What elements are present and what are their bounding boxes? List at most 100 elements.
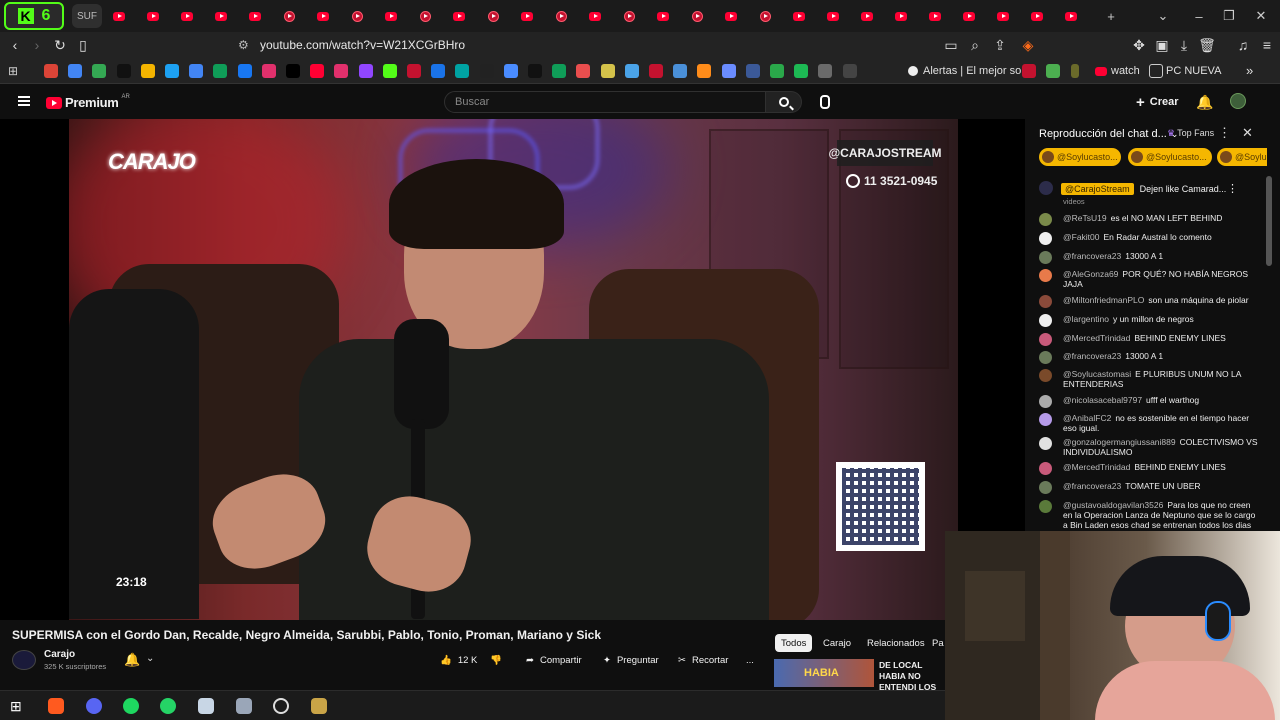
tab-youtube[interactable]: [612, 4, 646, 28]
bookmark-favicon-icon[interactable]: [165, 64, 179, 78]
notepad-icon[interactable]: [198, 698, 214, 714]
chat-message[interactable]: @MercedTrinidad BEHIND ENEMY LINES: [1039, 462, 1261, 475]
create-button[interactable]: + Crear: [1136, 93, 1179, 111]
bookmark-alertas-icon[interactable]: [908, 66, 918, 76]
tab-youtube[interactable]: [952, 4, 986, 28]
tab-youtube[interactable]: [340, 4, 374, 28]
tab-youtube[interactable]: [170, 4, 204, 28]
top-fan-pill[interactable]: @Soylucasto...: [1128, 148, 1212, 166]
bookmark-favicon-icon[interactable]: [552, 64, 567, 78]
chat-author[interactable]: @gustavoaldogavilan3526: [1063, 500, 1163, 510]
bookmark-youtube-icon[interactable]: [1095, 67, 1107, 76]
chat-more-icon[interactable]: ⋮: [1218, 125, 1231, 141]
bookmark-favicon-icon[interactable]: [44, 64, 58, 78]
pinned-more-icon[interactable]: ⋮: [1227, 182, 1238, 195]
chat-message[interactable]: @ReTsU19 es el NO MAN LEFT BEHIND: [1039, 213, 1261, 226]
back-icon[interactable]: ‹: [4, 34, 26, 56]
share-icon[interactable]: ⇪: [989, 34, 1011, 56]
bookmark-green-icon[interactable]: [1046, 64, 1060, 78]
tab-youtube[interactable]: [442, 4, 476, 28]
tab-youtube[interactable]: [544, 4, 578, 28]
clip-button[interactable]: ✂ Recortar: [678, 652, 728, 668]
chat-message[interactable]: @MercedTrinidad BEHIND ENEMY LINES: [1039, 333, 1261, 346]
tab-youtube[interactable]: [816, 4, 850, 28]
extensions-icon[interactable]: ✥: [1128, 34, 1150, 56]
tab-youtube[interactable]: [748, 4, 782, 28]
tab-youtube[interactable]: [272, 4, 306, 28]
dislike-button[interactable]: 👎: [490, 652, 502, 668]
close-window-button[interactable]: ✕: [1246, 0, 1276, 32]
chat-author[interactable]: @AleGonza69: [1063, 269, 1118, 279]
chat-message[interactable]: @francovera23 13000 A 1: [1039, 251, 1261, 264]
bookmark-pc-nueva[interactable]: PC NUEVA: [1166, 65, 1221, 77]
bookmark-favicon-icon[interactable]: [818, 64, 833, 78]
tab-youtube[interactable]: [238, 4, 272, 28]
like-button[interactable]: 👍 12 K: [440, 652, 477, 668]
tab-youtube[interactable]: [476, 4, 510, 28]
tab-youtube[interactable]: [306, 4, 340, 28]
tab-youtube[interactable]: [714, 4, 748, 28]
chat-author[interactable]: @AnibalFC2: [1063, 413, 1111, 423]
chat-author[interactable]: @Fakit00: [1063, 232, 1100, 242]
zoom-icon[interactable]: ⌕: [964, 34, 986, 56]
tab-youtube[interactable]: [204, 4, 238, 28]
bookmark-favicon-icon[interactable]: [382, 64, 397, 78]
tab-youtube[interactable]: [374, 4, 408, 28]
bookmark-favicon-icon[interactable]: [479, 64, 494, 78]
recommended-thumbnail[interactable]: HABIA: [774, 659, 874, 687]
spotify-icon[interactable]: [123, 698, 139, 714]
site-info-icon[interactable]: ⚙: [238, 38, 249, 52]
folder-icon[interactable]: [1149, 64, 1163, 78]
bookmark-favicon-icon[interactable]: [92, 64, 107, 78]
league-of-legends-icon[interactable]: [311, 698, 327, 714]
tab-youtube[interactable]: [510, 4, 544, 28]
bookmark-favicon-icon[interactable]: [334, 64, 349, 78]
url-field[interactable]: ⚙ youtube.com/watch?v=W21XCGrBHro: [236, 34, 1041, 56]
download-icon[interactable]: ⤓: [1173, 34, 1195, 56]
tab-youtube[interactable]: [782, 4, 816, 28]
bookmark-favicon-icon[interactable]: [624, 64, 639, 78]
more-actions-button[interactable]: ...: [746, 652, 754, 668]
chat-message[interactable]: @AnibalFC2 no es sostenible en el tiempo …: [1039, 413, 1261, 433]
chat-message[interactable]: @nicolasacebal9797 ufff el warthog: [1039, 395, 1261, 408]
chat-message[interactable]: @francovera23 TOMATE UN UBER: [1039, 481, 1261, 494]
bookmark-favicon-icon[interactable]: [503, 64, 518, 78]
bookmark-favicon-icon[interactable]: [842, 64, 857, 78]
filter-chip-relacionados[interactable]: Relacionados: [861, 634, 931, 652]
search-input[interactable]: Buscar: [444, 91, 766, 113]
bookmark-favicon-icon[interactable]: [673, 64, 688, 78]
bookmark-favicon-icon[interactable]: [721, 64, 736, 78]
tab-youtube[interactable]: [136, 4, 170, 28]
bookmark-favicon-icon[interactable]: [310, 64, 325, 78]
bookmark-favicon-icon[interactable]: [286, 64, 300, 78]
windows-start-icon[interactable]: ⊞: [10, 698, 26, 714]
filter-chip-todos[interactable]: Todos: [775, 634, 813, 652]
chat-author[interactable]: @francovera23: [1063, 251, 1121, 261]
app-icon[interactable]: [236, 698, 252, 714]
filter-chip-carajo[interactable]: Carajo: [817, 634, 857, 652]
trash-icon[interactable]: 🗑: [1196, 34, 1218, 56]
account-avatar[interactable]: [1230, 93, 1246, 109]
bookmark-favicon-icon[interactable]: [745, 64, 760, 78]
tab-youtube[interactable]: [646, 4, 680, 28]
chat-author[interactable]: @ReTsU19: [1063, 213, 1107, 223]
chat-author[interactable]: @nicolasacebal9797: [1063, 395, 1142, 405]
reload-icon[interactable]: ↻: [49, 34, 71, 56]
bookmark-favicon-icon[interactable]: [237, 64, 252, 78]
chat-author[interactable]: @MercedTrinidad: [1063, 462, 1130, 472]
bookmark-favicon-icon[interactable]: [649, 64, 663, 78]
kick-extension-badge[interactable]: K 6: [4, 2, 64, 30]
chat-author[interactable]: @francovera23: [1063, 481, 1121, 491]
tab-youtube[interactable]: [884, 4, 918, 28]
tab-youtube[interactable]: [1020, 4, 1054, 28]
tab-active[interactable]: SUF: [72, 4, 102, 28]
chat-message[interactable]: @Fakit00 En Radar Austral lo comento: [1039, 232, 1261, 245]
recommended-title[interactable]: DE LOCAL HABIA NO ENTENDI LOS: [879, 660, 949, 693]
chat-author[interactable]: @MercedTrinidad: [1063, 333, 1130, 343]
bookmark-favicon-icon[interactable]: [261, 64, 276, 78]
channel-name[interactable]: Carajo: [44, 649, 75, 660]
chat-author[interactable]: @MiltonfriedmanPLO: [1063, 295, 1144, 305]
chat-message[interactable]: @gonzalogermangiussani889 COLECTIVISMO VS…: [1039, 437, 1261, 457]
tab-youtube[interactable]: [102, 4, 136, 28]
bookmark-favicon-icon[interactable]: [116, 64, 131, 78]
